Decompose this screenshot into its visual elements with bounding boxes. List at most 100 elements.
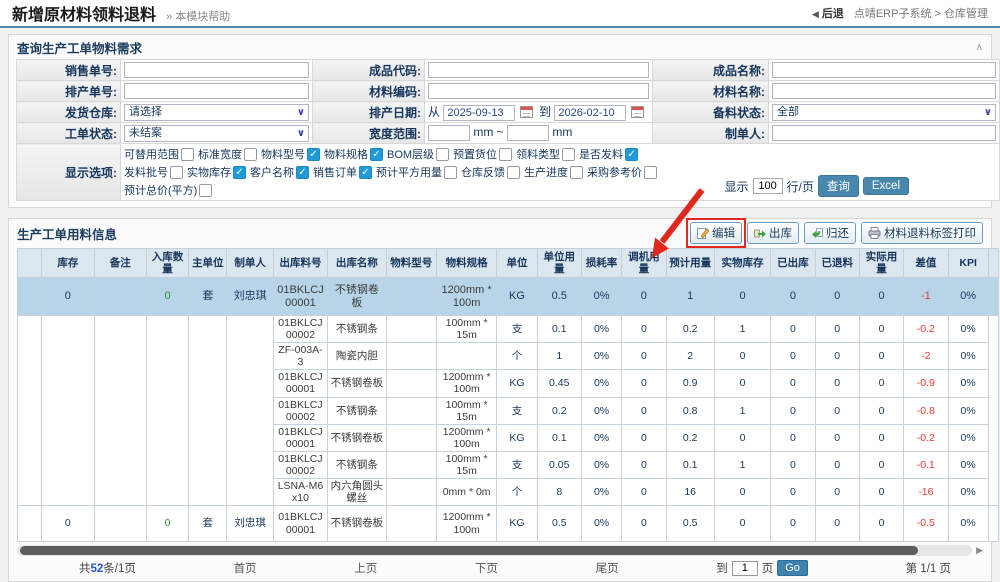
cell: -0.2 <box>904 424 948 451</box>
display-option-checkbox[interactable]: ✓ <box>307 148 320 161</box>
stock-status-select[interactable]: 全部∨ <box>772 104 996 121</box>
table-row[interactable]: 01BKLCJ00001不锈钢卷板1200mm * 100mKG0.450%00… <box>18 370 999 397</box>
cell <box>18 316 42 343</box>
column-header: 已退料 <box>815 249 859 278</box>
return-button[interactable]: 归还 <box>804 222 856 244</box>
product-name-input[interactable] <box>772 62 996 78</box>
date-from-input[interactable] <box>443 105 515 121</box>
page-size-suffix: 行/页 <box>787 178 814 195</box>
material-code-label: 材料编码: <box>313 81 425 102</box>
material-name-input[interactable] <box>772 83 996 99</box>
cell: 0 <box>771 343 815 370</box>
edit-button[interactable]: 编辑 <box>690 222 742 244</box>
product-name-label: 成品名称: <box>653 60 769 81</box>
cell: -0.8 <box>904 397 948 424</box>
print-return-label-button[interactable]: 材料退料标签打印 <box>861 222 983 244</box>
cell: 01BKLCJ00001 <box>273 370 327 397</box>
query-button[interactable]: 查询 <box>818 175 859 197</box>
page-size-input[interactable] <box>753 178 783 194</box>
collapse-panel-icon[interactable]: ∧ <box>976 42 983 53</box>
goto-page-input[interactable] <box>732 561 758 576</box>
cell: KG <box>497 424 537 451</box>
display-option-checkbox[interactable] <box>507 166 520 179</box>
cell: 01BKLCJ00002 <box>273 316 327 343</box>
last-page-link[interactable]: 尾页 <box>596 560 619 576</box>
cell: 0 <box>771 370 815 397</box>
go-button[interactable]: Go <box>777 560 808 576</box>
cell <box>18 278 42 316</box>
display-option: 采购参考价 <box>587 164 657 180</box>
cell: 0 <box>42 278 94 316</box>
cell: -1 <box>904 278 948 316</box>
display-option-checkbox[interactable] <box>570 166 583 179</box>
display-option-label: 物料型号 <box>261 146 305 162</box>
width-min-input[interactable] <box>428 125 470 141</box>
chevron-down-icon: ∨ <box>297 126 305 141</box>
cell: 0% <box>581 424 621 451</box>
display-option-checkbox[interactable] <box>170 166 183 179</box>
cell: 0 <box>859 424 903 451</box>
display-option-checkbox[interactable] <box>562 148 575 161</box>
order-status-select[interactable]: 未结案∨ <box>124 125 309 142</box>
horizontal-scrollbar-track[interactable] <box>17 545 972 556</box>
display-option-checkbox[interactable] <box>444 166 457 179</box>
display-option-checkbox[interactable] <box>181 148 194 161</box>
sales-no-input[interactable] <box>124 62 309 78</box>
display-option-label: BOM层级 <box>387 146 434 162</box>
warehouse-select[interactable]: 请选择∨ <box>124 104 309 121</box>
schedule-no-input[interactable] <box>124 83 309 99</box>
table-row[interactable]: 00套刘忠琪01BKLCJ00001不锈钢卷板1200mm * 100mKG0.… <box>18 506 999 542</box>
display-option-checkbox[interactable] <box>499 148 512 161</box>
cell: 01BKLCJ00001 <box>273 506 327 542</box>
chevron-down-icon: ∨ <box>297 105 305 120</box>
table-row[interactable]: 01BKLCJ00001不锈钢卷板1200mm * 100mKG0.10%00.… <box>18 424 999 451</box>
display-option: 仓库反馈 <box>461 164 520 180</box>
display-option-checkbox[interactable] <box>244 148 257 161</box>
table-row[interactable]: 01BKLCJ00002不锈钢条100mm * 15m支0.10%00.2100… <box>18 316 999 343</box>
display-option-checkbox[interactable]: ✓ <box>233 166 246 179</box>
table-row[interactable]: 00套刘忠琪01BKLCJ00001不锈钢卷板1200mm * 100mKG0.… <box>18 278 999 316</box>
cell: 0 <box>859 397 903 424</box>
display-option-checkbox[interactable]: ✓ <box>370 148 383 161</box>
horizontal-scrollbar-thumb[interactable] <box>20 546 918 555</box>
date-to-input[interactable] <box>554 105 626 121</box>
calendar-icon[interactable] <box>520 106 533 118</box>
prev-page-link[interactable]: 上页 <box>354 560 377 576</box>
display-option-label: 采购参考价 <box>587 164 642 180</box>
cell <box>386 316 436 343</box>
display-option-checkbox[interactable]: ✓ <box>359 166 372 179</box>
cell <box>42 343 94 370</box>
goto-suffix: 页 <box>762 560 774 576</box>
cell <box>189 424 227 451</box>
cell: 0% <box>581 343 621 370</box>
cell: KG <box>497 506 537 542</box>
display-option-checkbox[interactable]: ✓ <box>296 166 309 179</box>
table-row[interactable]: 01BKLCJ00002不锈钢条100mm * 15m支0.050%00.110… <box>18 451 999 478</box>
table-row[interactable]: 01BKLCJ00002不锈钢条100mm * 15m支0.20%00.8100… <box>18 397 999 424</box>
display-option-checkbox[interactable]: ✓ <box>625 148 638 161</box>
excel-button[interactable]: Excel <box>863 177 909 195</box>
cell <box>18 370 42 397</box>
module-help-link[interactable]: » 本模块帮助 <box>166 8 230 24</box>
cell <box>386 278 436 316</box>
display-option-checkbox[interactable] <box>199 184 212 197</box>
edit-icon <box>697 227 709 239</box>
next-page-link[interactable]: 下页 <box>475 560 498 576</box>
maker-input[interactable] <box>772 125 996 141</box>
first-page-link[interactable]: 首页 <box>234 560 257 576</box>
table-row[interactable]: LSNA-M6x10内六角圆头螺丝0mm * 0m个80%0160000-160… <box>18 478 999 505</box>
stock-out-button[interactable]: 出库 <box>747 222 799 244</box>
product-code-input[interactable] <box>428 62 649 78</box>
schedule-date-label: 排产日期: <box>313 102 425 123</box>
width-max-input[interactable] <box>507 125 549 141</box>
calendar-icon[interactable] <box>631 106 644 118</box>
scroll-right-icon[interactable]: ▶ <box>976 545 983 556</box>
cell: 不锈钢条 <box>328 451 386 478</box>
table-row[interactable]: ZF-003A-3陶瓷内胆个10%020000-20% <box>18 343 999 370</box>
display-option-checkbox[interactable] <box>436 148 449 161</box>
material-code-input[interactable] <box>428 83 649 99</box>
display-option-checkbox[interactable] <box>644 166 657 179</box>
pagination-bar: 共52条/1页 首页 上页 下页 尾页 到 页 Go 第 1/1 页 <box>9 556 991 581</box>
back-button[interactable]: ◀ 后退 <box>812 5 844 21</box>
cell: 100mm * 15m <box>436 397 496 424</box>
